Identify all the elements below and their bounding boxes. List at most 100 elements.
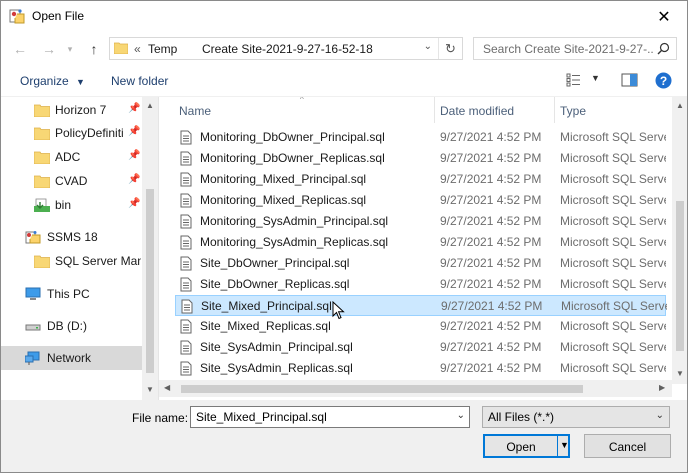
file-row[interactable]: Monitoring_DbOwner_Principal.sql 9/27/20… — [175, 127, 666, 148]
file-date: 9/27/2021 4:52 PM — [440, 319, 542, 333]
scrollbar-thumb[interactable] — [676, 201, 684, 351]
folder-icon — [34, 104, 50, 117]
pin-icon: 📌 — [128, 174, 141, 185]
scroll-up-icon[interactable]: ▲ — [676, 101, 684, 110]
file-type: Microsoft SQL Server Query File — [560, 319, 666, 333]
scrollbar-thumb[interactable] — [181, 385, 583, 393]
sidebar-item-label: CVAD — [55, 174, 88, 188]
file-type: Microsoft SQL Server Query File — [561, 299, 667, 313]
file-type: Microsoft SQL Server Query File — [560, 256, 666, 270]
file-date: 9/27/2021 4:52 PM — [440, 340, 542, 354]
recent-locations-button[interactable]: ▾ — [63, 38, 77, 60]
navigation-scrollbar[interactable]: ▲ ▼ — [142, 97, 158, 400]
view-dropdown-icon[interactable]: ▼ — [591, 73, 600, 83]
forward-arrow-icon: → — [42, 41, 56, 57]
file-name-field[interactable]: Site_Mixed_Principal.sql ⌄ — [190, 406, 470, 428]
file-type: Microsoft SQL Server Query File — [560, 130, 666, 144]
organize-label: Organize — [20, 74, 69, 88]
sidebar-item-policydefinitions[interactable]: PolicyDefiniti 📌 — [1, 122, 142, 144]
preview-pane-icon[interactable] — [621, 73, 638, 87]
sidebar-item-db-drive[interactable]: DB (D:) — [1, 315, 142, 337]
file-type: Microsoft SQL Server Query File — [560, 235, 666, 249]
search-input[interactable]: Search Create Site-2021-9-27-... — [483, 42, 653, 56]
file-list-vertical-scrollbar[interactable]: ▲ ▼ — [672, 97, 687, 384]
file-row[interactable]: Site_SysAdmin_Replicas.sql 9/27/2021 4:5… — [175, 358, 666, 379]
file-type-filter[interactable]: All Files (*.*) ⌄ — [482, 406, 670, 428]
breadcrumb-overflow[interactable]: « — [134, 42, 141, 56]
search-box[interactable]: Search Create Site-2021-9-27-... — [473, 37, 677, 60]
file-date: 9/27/2021 4:52 PM — [440, 130, 542, 144]
sidebar-item-bin[interactable]: bin 📌 — [1, 194, 142, 216]
search-icon — [657, 42, 670, 55]
open-button[interactable]: Open ▼ — [483, 434, 570, 458]
file-row[interactable]: Monitoring_SysAdmin_Replicas.sql 9/27/20… — [175, 232, 666, 253]
sidebar-item-horizon-7[interactable]: Horizon 7 📌 — [1, 99, 142, 121]
column-header-type[interactable]: Type — [560, 104, 586, 118]
open-options-dropdown-icon[interactable]: ▼ — [560, 440, 569, 450]
file-row[interactable]: Monitoring_DbOwner_Replicas.sql 9/27/202… — [175, 148, 666, 169]
file-list: ^ Name Date modified Type Monitoring_DbO… — [158, 97, 687, 400]
file-row[interactable]: Site_Mixed_Replicas.sql 9/27/2021 4:52 P… — [175, 316, 666, 337]
scroll-up-icon[interactable]: ▲ — [146, 101, 154, 110]
address-dropdown-icon[interactable]: ⌄ — [424, 41, 432, 52]
organize-button[interactable]: Organize ▼ — [20, 74, 85, 88]
file-name: Site_SysAdmin_Principal.sql — [200, 340, 353, 354]
column-header-date-modified[interactable]: Date modified — [440, 104, 514, 118]
file-row[interactable]: Monitoring_Mixed_Replicas.sql 9/27/2021 … — [175, 190, 666, 211]
sidebar-item-ssms-18[interactable]: SSMS 18 — [1, 226, 142, 248]
file-row[interactable]: Monitoring_Mixed_Principal.sql 9/27/2021… — [175, 169, 666, 190]
sidebar-item-adc[interactable]: ADC 📌 — [1, 146, 142, 168]
cancel-button[interactable]: Cancel — [584, 434, 671, 458]
view-options-icon[interactable] — [566, 73, 582, 87]
new-folder-button[interactable]: New folder — [111, 74, 168, 88]
file-list-horizontal-scrollbar[interactable]: ◀ ▶ — [159, 380, 672, 397]
close-button[interactable]: ✕ — [641, 1, 687, 32]
pin-icon: 📌 — [128, 150, 141, 161]
file-row[interactable]: Site_DbOwner_Replicas.sql 9/27/2021 4:52… — [175, 274, 666, 295]
sql-file-icon — [180, 256, 192, 271]
column-divider[interactable] — [434, 97, 435, 123]
file-date: 9/27/2021 4:52 PM — [440, 214, 542, 228]
chevron-down-icon[interactable]: ⌄ — [457, 410, 465, 421]
sidebar-item-network[interactable]: Network — [1, 346, 142, 370]
help-icon[interactable]: ? — [655, 72, 672, 89]
file-type-filter-value: All Files (*.*) — [488, 410, 555, 424]
file-name: Monitoring_SysAdmin_Replicas.sql — [200, 235, 389, 249]
column-header-name[interactable]: Name — [179, 104, 211, 118]
column-divider[interactable] — [554, 97, 555, 123]
sidebar-item-this-pc[interactable]: This PC — [1, 283, 142, 305]
sql-file-icon — [180, 235, 192, 250]
refresh-button[interactable]: ↻ — [438, 38, 462, 59]
scroll-down-icon[interactable]: ▼ — [676, 369, 684, 378]
sidebar-item-label: Network — [47, 351, 92, 365]
green-folder-icon — [34, 198, 50, 212]
sql-file-icon — [181, 299, 193, 314]
file-type: Microsoft SQL Server Query File — [560, 340, 666, 354]
file-row[interactable]: Site_SysAdmin_Principal.sql 9/27/2021 4:… — [175, 337, 666, 358]
scroll-left-icon[interactable]: ◀ — [164, 383, 170, 392]
address-bar[interactable]: « Temp Create Site-2021-9-27-16-52-18 ⌄ … — [109, 37, 463, 60]
sidebar-item-sql-server-management[interactable]: SQL Server Mana — [1, 250, 142, 272]
column-header-row: ^ Name Date modified Type — [159, 97, 672, 124]
breadcrumb-temp[interactable]: Temp — [148, 42, 177, 56]
open-button-label: Open — [506, 440, 536, 454]
file-type: Microsoft SQL Server Query File — [560, 361, 666, 375]
forward-button[interactable]: → — [38, 38, 60, 60]
file-date: 9/27/2021 4:52 PM — [440, 277, 542, 291]
file-row[interactable]: Site_DbOwner_Principal.sql 9/27/2021 4:5… — [175, 253, 666, 274]
address-row: ← → ▾ ↑ « Temp Create Site-2021-9-27-16-… — [1, 32, 687, 66]
file-name: Monitoring_SysAdmin_Principal.sql — [200, 214, 389, 228]
sql-file-icon — [180, 151, 192, 166]
file-row[interactable]: Monitoring_SysAdmin_Principal.sql 9/27/2… — [175, 211, 666, 232]
back-button[interactable]: ← — [9, 38, 31, 60]
scroll-down-icon[interactable]: ▼ — [146, 385, 154, 394]
open-file-dialog: Open File ✕ ← → ▾ ↑ « Temp Create Site-2… — [0, 0, 688, 473]
sidebar-item-cvad[interactable]: CVAD 📌 — [1, 170, 142, 192]
up-button[interactable]: ↑ — [83, 38, 105, 60]
app-icon — [9, 9, 25, 24]
file-row-selected[interactable]: Site_Mixed_Principal.sql 9/27/2021 4:52 … — [175, 295, 667, 320]
breadcrumb-create-site[interactable]: Create Site-2021-9-27-16-52-18 — [202, 42, 373, 56]
scrollbar-thumb[interactable] — [146, 189, 154, 373]
sidebar-item-label: DB (D:) — [47, 319, 87, 333]
scroll-right-icon[interactable]: ▶ — [659, 383, 665, 392]
